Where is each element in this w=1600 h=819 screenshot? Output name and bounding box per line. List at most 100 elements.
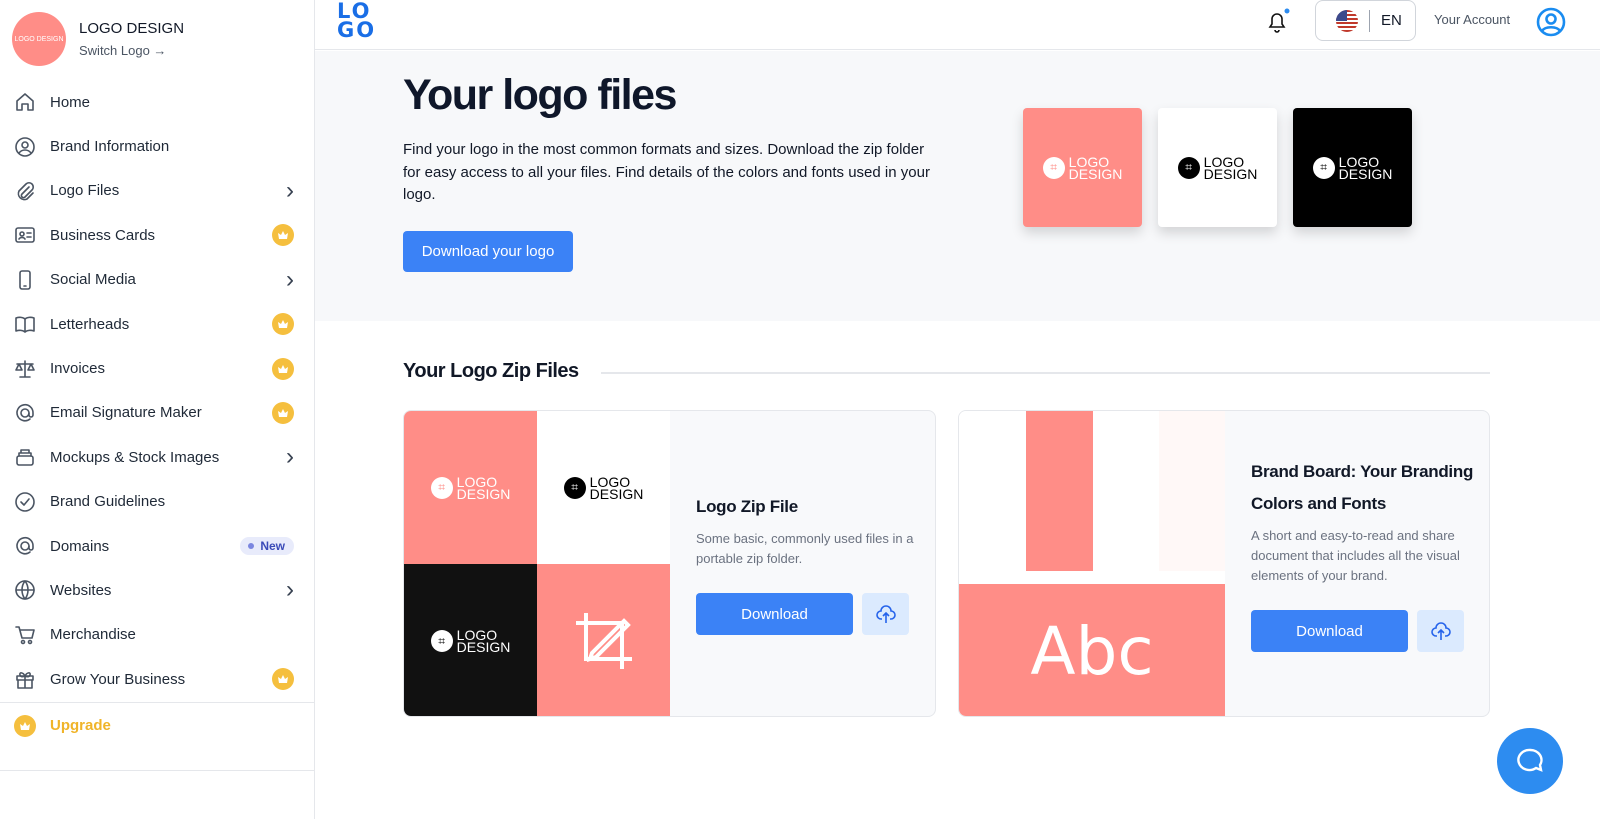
sidebar-item-label: Websites: [50, 581, 112, 599]
crown-icon: [272, 313, 294, 336]
page-title: Your logo files: [403, 71, 677, 119]
brand-name: LOGO DESIGN: [79, 20, 185, 37]
crown-icon: [272, 668, 294, 691]
sidebar-item-label: Brand Guidelines: [50, 493, 166, 511]
new-badge: New: [240, 537, 294, 556]
logo-mark-icon: ⌗: [430, 476, 453, 499]
logo-mark-icon: ⌗: [1042, 156, 1065, 179]
crown-icon: [272, 401, 294, 424]
brand-switcher[interactable]: LOGO DESIGN LOGO DESIGN Switch Logo →: [12, 12, 184, 66]
sidebar-item-email-signature-maker[interactable]: Email Signature Maker: [0, 391, 314, 435]
language-code: EN: [1381, 12, 1402, 29]
gift-icon: [14, 668, 36, 690]
sidebar-item-label: Letterheads: [50, 315, 130, 333]
sidebar-item-label: Business Cards: [50, 226, 156, 244]
download-button[interactable]: Download: [1251, 610, 1408, 652]
logo-preview-coral[interactable]: ⌗ LOGO DESIGN: [1023, 108, 1142, 227]
logo-zip-card: ⌗ LOGO DESIGN ⌗ LOGO DESIGN ⌗ LOGO DESIGN Logo…: [403, 410, 936, 717]
preview-coral: ⌗ LOGO DESIGN: [404, 411, 537, 564]
user-circle-icon: [1536, 7, 1566, 37]
preview-icon: [537, 564, 670, 716]
account-link[interactable]: Your Account: [1434, 12, 1510, 27]
logo-preview-white[interactable]: ⌗ LOGO DESIGN: [1158, 108, 1277, 227]
sidebar-item-letterheads[interactable]: Letterheads: [0, 302, 314, 346]
id-card-icon: [14, 224, 36, 246]
book-icon: [14, 313, 36, 335]
logo-text: DESIGN: [1338, 165, 1393, 182]
card-description: A short and easy-to-read and share docum…: [1251, 528, 1460, 583]
preview-black: ⌗ LOGO DESIGN: [404, 564, 537, 716]
divider: [601, 372, 1490, 374]
divider: [0, 770, 314, 771]
color-swatch: [1026, 411, 1093, 571]
sidebar-item-brand-information[interactable]: Brand Information: [0, 124, 314, 168]
logo[interactable]: LO GO: [337, 1, 376, 41]
download-button[interactable]: Download: [696, 593, 853, 635]
sidebar: LOGO DESIGN LOGO DESIGN Switch Logo → Ho…: [0, 0, 315, 819]
paperclip-icon: [14, 180, 36, 202]
sidebar-item-domains[interactable]: Domains New: [0, 524, 314, 568]
avatar-text: LOGO DESIGN: [14, 35, 64, 43]
sidebar-nav: Home Brand Information Logo Files › Business…: [0, 80, 314, 701]
bell-icon: [1268, 8, 1290, 33]
sidebar-item-websites[interactable]: Websites ›: [0, 568, 314, 612]
crown-icon: [14, 714, 36, 737]
logo-preview-black[interactable]: ⌗ LOGO DESIGN: [1293, 108, 1412, 227]
sidebar-item-grow-your-business[interactable]: Grow Your Business: [0, 657, 314, 701]
crop-pen-icon: [575, 613, 632, 669]
sidebar-item-label: Email Signature Maker: [50, 404, 202, 422]
upload-button[interactable]: [862, 593, 909, 635]
chat-button[interactable]: [1497, 728, 1563, 794]
logo-mark-icon: ⌗: [1312, 156, 1335, 179]
sidebar-item-label: Social Media: [50, 271, 136, 289]
sidebar-item-label: Brand Information: [50, 138, 170, 156]
notifications-button[interactable]: [1265, 8, 1291, 41]
phone-icon: [14, 269, 36, 291]
sidebar-item-social-media[interactable]: Social Media ›: [0, 258, 314, 302]
chevron-right-icon: ›: [286, 176, 294, 204]
sidebar-item-logo-files[interactable]: Logo Files ›: [0, 169, 314, 213]
chevron-right-icon: ›: [286, 576, 294, 604]
divider: [1369, 9, 1370, 32]
card-title: Brand Board: Your Branding Colors and Fo…: [1251, 462, 1474, 513]
topbar: LO GO EN Your Account: [315, 0, 1600, 50]
color-swatch: [1159, 411, 1225, 571]
logo-text: DESIGN: [1068, 165, 1123, 182]
sidebar-item-business-cards[interactable]: Business Cards: [0, 213, 314, 257]
layers-icon: [14, 446, 36, 468]
sidebar-item-label: Logo Files: [50, 182, 120, 200]
sidebar-item-label: Grow Your Business: [50, 670, 186, 688]
sidebar-item-label: Domains: [50, 537, 110, 555]
sidebar-item-mockups-stock-images[interactable]: Mockups & Stock Images ›: [0, 435, 314, 479]
logo-text: DESIGN: [456, 485, 511, 502]
upgrade-button[interactable]: Upgrade: [0, 702, 314, 748]
brand-avatar: LOGO DESIGN: [12, 12, 66, 66]
chat-bubble-icon: [1517, 748, 1543, 772]
sidebar-item-invoices[interactable]: Invoices: [0, 346, 314, 390]
download-logo-button[interactable]: Download your logo: [403, 231, 573, 272]
card-title: Logo Zip File: [696, 497, 798, 516]
preview-white: ⌗ LOGO DESIGN: [537, 411, 670, 564]
font-preview: Abc: [959, 584, 1225, 716]
logo-mark-icon: ⌗: [430, 630, 453, 652]
user-circle-icon: [14, 136, 36, 158]
home-icon: [14, 91, 36, 113]
hero-section: Your logo files Find your logo in the mo…: [315, 51, 1600, 321]
logo-text: DESIGN: [456, 639, 511, 655]
upload-button[interactable]: [1417, 610, 1464, 652]
switch-logo-link[interactable]: Switch Logo →: [79, 43, 184, 58]
check-badge-icon: [14, 491, 36, 513]
chevron-right-icon: ›: [286, 265, 294, 293]
sidebar-item-merchandise[interactable]: Merchandise: [0, 613, 314, 657]
account-button[interactable]: [1535, 6, 1567, 43]
card-description: Some basic, commonly used files in a por…: [696, 531, 914, 566]
language-selector[interactable]: EN: [1315, 0, 1416, 41]
sidebar-item-home[interactable]: Home: [0, 80, 314, 124]
logo-mark-icon: ⌗: [563, 476, 586, 499]
sidebar-item-brand-guidelines[interactable]: Brand Guidelines: [0, 480, 314, 524]
chevron-right-icon: ›: [286, 443, 294, 471]
sidebar-item-label: Invoices: [50, 360, 106, 378]
us-flag-icon: [1336, 9, 1358, 32]
brand-board-preview: Abc: [959, 411, 1225, 716]
sidebar-item-label: Mockups & Stock Images: [50, 448, 220, 466]
